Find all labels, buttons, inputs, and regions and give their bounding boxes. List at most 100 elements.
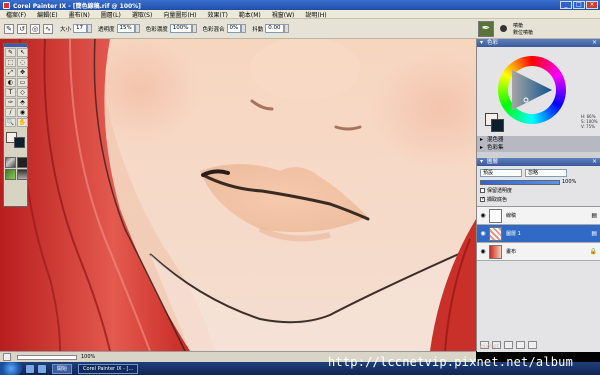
zoom-slider[interactable] xyxy=(17,354,77,360)
dab-type-icon[interactable]: ◎ xyxy=(30,23,40,34)
dropper-icon[interactable]: ∕ xyxy=(5,108,16,117)
size-spinner[interactable] xyxy=(87,24,93,33)
cloner-icon[interactable]: ◉ xyxy=(17,108,28,117)
pen-icon[interactable]: ✑ xyxy=(5,98,16,107)
brush-selector-bar: ✒ 噴槍 數位噴槍 xyxy=(474,19,600,39)
delete-layer-button[interactable] xyxy=(528,341,537,349)
brush-tool-icon[interactable]: ✎ xyxy=(4,23,14,34)
taskbar-item-start[interactable]: 開始 xyxy=(52,363,73,374)
layer-opacity-value[interactable]: 100% xyxy=(562,179,576,185)
menu-select[interactable]: 選取(S) xyxy=(132,10,153,19)
weaving-selector[interactable] xyxy=(17,169,28,180)
opacity-spinner[interactable] xyxy=(134,24,140,33)
preserve-transparency-checkbox[interactable] xyxy=(480,188,485,193)
layers-palette-header[interactable]: 圖層 × xyxy=(477,158,600,166)
layer-row-layer-1[interactable]: ◉ 圖層 1 ▤ xyxy=(477,225,600,243)
gradient-selector[interactable] xyxy=(17,157,28,168)
pick-up-color-checkbox[interactable]: ✓ xyxy=(480,197,485,202)
reset-icon[interactable]: ↺ xyxy=(17,23,27,34)
grain-spinner[interactable] xyxy=(191,24,197,33)
layer-name: 畫布 xyxy=(506,249,517,255)
grabber-icon[interactable]: ✋ xyxy=(17,118,28,127)
painter-app-icon xyxy=(3,1,10,9)
start-button[interactable] xyxy=(0,362,22,375)
layer-row-line-art[interactable]: ◉ 線稿 ▤ xyxy=(477,207,600,225)
value-value: V: 75% xyxy=(581,124,595,129)
close-icon[interactable]: × xyxy=(592,39,597,47)
crop-icon[interactable]: ⤢ xyxy=(5,68,16,77)
document-canvas[interactable] xyxy=(0,39,476,351)
eye-icon[interactable]: ◉ xyxy=(479,248,487,255)
paper-selector[interactable] xyxy=(5,157,16,168)
zoom-level[interactable]: 100% xyxy=(81,354,95,360)
composite-depth-select[interactable]: 忽略 xyxy=(525,169,567,177)
menu-file[interactable]: 檔案(F) xyxy=(6,10,26,19)
layer-mask-button[interactable] xyxy=(516,341,525,349)
magic-wand-icon[interactable]: ◐ xyxy=(5,78,16,87)
color-set-palette-title: 色彩集 xyxy=(487,145,504,151)
menu-effects[interactable]: 效果(T) xyxy=(208,10,228,19)
jitter-spinner[interactable] xyxy=(283,24,289,33)
pick-up-color-row[interactable]: ✓ 擷取底色 xyxy=(477,195,600,204)
close-button[interactable]: × xyxy=(586,1,598,9)
layer-thumbnail xyxy=(489,208,502,223)
eye-icon[interactable]: ◉ xyxy=(479,212,487,219)
quick-launch-icon[interactable] xyxy=(26,364,34,373)
paint-bucket-icon[interactable]: ⬘ xyxy=(17,98,28,107)
brush-names[interactable]: 噴槍 數位噴槍 xyxy=(513,22,533,36)
menu-window[interactable]: 視窗(W) xyxy=(272,10,295,19)
pattern-selector[interactable] xyxy=(5,169,16,180)
close-icon[interactable]: × xyxy=(592,158,597,166)
color-palette-header[interactable]: 色彩 × xyxy=(477,39,600,47)
menu-layers[interactable]: 圖層(L) xyxy=(101,10,121,19)
menu-canvas[interactable]: 畫布(N) xyxy=(69,10,90,19)
resat-field[interactable]: 0% xyxy=(226,24,242,33)
menu-movie[interactable]: 範本(M) xyxy=(239,10,261,19)
brush-category[interactable]: 噴槍 xyxy=(513,22,533,29)
shape-icon[interactable]: ▭ xyxy=(17,78,28,87)
menu-help[interactable]: 說明(H) xyxy=(305,10,326,19)
stroke-type-icon[interactable]: ∿ xyxy=(43,23,53,34)
navigator-button[interactable] xyxy=(3,353,11,361)
size-label: 大小 xyxy=(60,26,72,33)
saturation-value-triangle[interactable] xyxy=(508,66,556,114)
rectangle-select-icon[interactable]: ⬚ xyxy=(5,58,16,67)
dynamic-plugin-button[interactable] xyxy=(504,341,513,349)
resat-spinner[interactable] xyxy=(241,24,247,33)
menu-edit[interactable]: 編輯(E) xyxy=(37,10,57,19)
minimize-button[interactable]: _ xyxy=(560,1,572,9)
shape-selection-icon[interactable]: ◇ xyxy=(17,88,28,97)
composite-method-select[interactable]: 預設 xyxy=(480,169,522,177)
layer-row-canvas[interactable]: ◉ 畫布 🔒 xyxy=(477,243,600,261)
mixer-palette-header[interactable]: 混色器 xyxy=(477,136,600,144)
brush-variant[interactable]: 數位噴槍 xyxy=(513,29,533,36)
brush-icon[interactable]: ✎ xyxy=(5,48,16,57)
size-field[interactable]: 17 xyxy=(73,24,88,33)
quick-launch-icon[interactable] xyxy=(38,364,46,373)
additional-color-swatch[interactable] xyxy=(14,137,25,148)
airbrush-category-icon[interactable]: ✒ xyxy=(478,20,494,37)
menu-shapes[interactable]: 向量圖形(H) xyxy=(163,10,196,19)
menu-bar: 檔案(F) 編輯(E) 畫布(N) 圖層(L) 選取(S) 向量圖形(H) 效果… xyxy=(0,10,600,19)
jitter-field[interactable]: 0.00 xyxy=(265,24,284,33)
taskbar-item-painter[interactable]: Corel Painter IX - [... xyxy=(78,363,139,374)
layer-adjuster-icon[interactable]: ✥ xyxy=(17,68,28,77)
magnifier-icon[interactable]: 🔍 xyxy=(5,118,16,127)
pick-up-color-label: 擷取底色 xyxy=(487,197,508,203)
lasso-icon[interactable]: ◌ xyxy=(17,58,28,67)
opacity-field[interactable]: 15% xyxy=(116,24,135,33)
hue-ring[interactable] xyxy=(498,56,566,124)
arrow-icon[interactable]: ↖ xyxy=(17,48,28,57)
preserve-transparency-row[interactable]: 保留透明度 xyxy=(477,186,600,195)
toolbox: ✎ ↖ ⬚ ◌ ⤢ ✥ ◐ ▭ T ◇ ✑ ⬘ ∕ ◉ 🔍 ✋ xyxy=(3,43,28,207)
color-secondary-swatch[interactable] xyxy=(491,119,504,132)
grain-field[interactable]: 100% xyxy=(169,24,192,33)
brush-dab-preview xyxy=(500,25,507,32)
lock-icon: 🔒 xyxy=(589,248,597,255)
color-set-palette-header[interactable]: 色彩集 xyxy=(477,144,600,152)
eye-icon[interactable]: ◉ xyxy=(479,230,487,237)
layer-thumbnail xyxy=(489,244,502,259)
text-icon[interactable]: T xyxy=(5,88,16,97)
maximize-button[interactable]: □ xyxy=(573,1,585,9)
layer-opacity-slider[interactable] xyxy=(480,179,560,185)
